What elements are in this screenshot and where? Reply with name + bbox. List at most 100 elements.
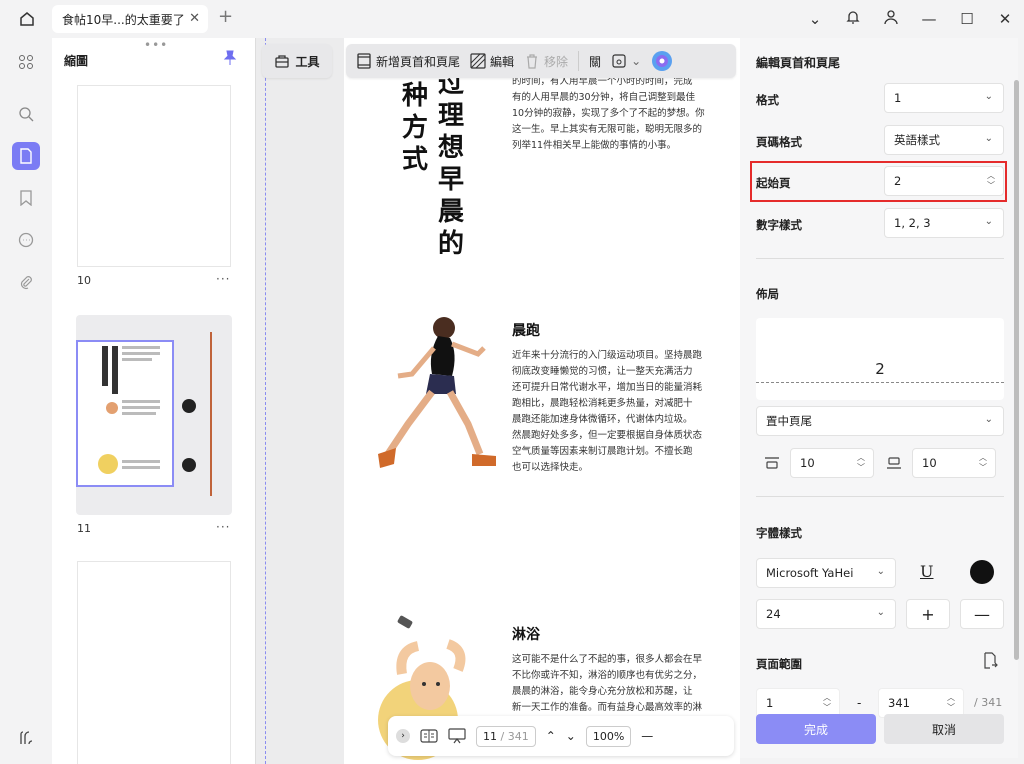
bottom-margin-stepper[interactable]: 10 ︿ ﹀ <box>912 448 996 478</box>
next-page-icon[interactable]: ⌄ <box>566 729 576 743</box>
close-window-button[interactable]: ✕ <box>986 10 1024 28</box>
comment-icon[interactable] <box>12 226 40 254</box>
toolbox-icon <box>275 55 290 68</box>
thumbnail-label: 11 <box>77 522 91 535</box>
page-title-col-1: 种方式 <box>401 81 428 175</box>
maximize-button[interactable]: ☐ <box>948 10 986 28</box>
top-margin-stepper[interactable]: 10 ︿ ﹀ <box>790 448 874 478</box>
format-select[interactable]: 1 ⌄ <box>884 83 1004 113</box>
margin-guide <box>265 38 266 764</box>
attachment-icon[interactable] <box>12 268 40 296</box>
page-number-input[interactable]: 11 / 341 <box>476 725 536 747</box>
thumbnail-side-line <box>210 332 212 496</box>
page-format-label: 頁碼格式 <box>756 135 802 149</box>
tools-button[interactable]: 工具 <box>262 44 332 78</box>
stepper-arrows-icon: ︿ ﹀ <box>979 453 987 472</box>
document-tab[interactable]: 食帖10早...的太重要了 ✕ <box>52 5 208 33</box>
zoom-out-icon[interactable]: — <box>641 729 653 743</box>
chevron-down-icon: ⌄ <box>984 414 993 425</box>
page-range-settings-icon[interactable] <box>982 652 998 673</box>
present-icon[interactable] <box>448 728 466 744</box>
chevron-down-icon: ⌄ <box>984 133 993 144</box>
range-separator: - <box>857 696 862 710</box>
tools-label: 工具 <box>295 54 320 69</box>
chevron-right-icon[interactable]: › <box>396 729 410 743</box>
thumbnail-more-button[interactable]: ··· <box>216 272 230 286</box>
thumbnail-page-12[interactable] <box>78 562 230 764</box>
apps-grid-icon[interactable] <box>12 48 40 76</box>
toolbar-separator <box>578 51 580 71</box>
increase-size-button[interactable]: + <box>906 599 950 629</box>
range-total: / 341 <box>974 696 1003 709</box>
stepper-arrows-icon: ︿ ﹀ <box>857 453 865 472</box>
format-label: 格式 <box>756 93 779 107</box>
tab-close-icon[interactable]: ✕ <box>189 11 200 26</box>
window-controls: ⌄ — ☐ ✕ <box>796 0 1024 38</box>
trash-icon <box>527 54 538 69</box>
minus-icon: — <box>974 604 990 624</box>
section-paragraph-morning-run: 近年来十分流行的入门级运动项目。坚持晨跑 彻底改变睡懒觉的习惯，让一整天充满活力… <box>512 350 703 473</box>
thumbnail-side-markers <box>182 399 196 472</box>
bell-icon[interactable] <box>834 9 872 29</box>
section-title-shower: 淋浴 <box>512 627 540 643</box>
cancel-button[interactable]: 取消 <box>884 714 1004 744</box>
start-page-label: 起始頁 <box>756 176 791 190</box>
thumbnail-more-button[interactable]: ··· <box>216 520 230 534</box>
position-select[interactable]: 置中頁尾 ⌄ <box>756 406 1004 436</box>
new-tab-button[interactable]: + <box>218 6 233 27</box>
document-page: 种方式 过理想早晨的 的时间，有人用早晨一个小时的时间，完成 有的人用早晨的30… <box>344 38 740 764</box>
font-family-select[interactable]: Microsoft YaHei ⌄ <box>756 558 896 588</box>
save-dropdown-button[interactable]: ⌄ <box>611 53 641 69</box>
ai-assistant-icon <box>652 51 673 71</box>
number-style-select[interactable]: 1, 2, 3 ⌄ <box>884 208 1004 238</box>
reading-mode-icon[interactable] <box>420 729 438 743</box>
save-icon <box>612 54 626 68</box>
minimize-button[interactable]: — <box>910 10 948 28</box>
sidebar-toggle-icon[interactable] <box>12 724 40 752</box>
font-color-swatch[interactable] <box>970 560 994 584</box>
search-icon[interactable] <box>12 100 40 128</box>
edit-pattern-icon <box>470 53 486 69</box>
done-button[interactable]: 完成 <box>756 714 876 744</box>
title-bar: 食帖10早...的太重要了 ✕ + ⌄ — ☐ ✕ <box>0 0 1024 38</box>
underline-button[interactable]: U <box>920 562 933 581</box>
start-page-stepper[interactable]: 2 ︿ ﹀ <box>884 166 1004 196</box>
add-header-footer-button[interactable]: 新增頁首和頁尾 <box>356 53 460 70</box>
chevron-down-icon: ⌄ <box>984 91 993 102</box>
page-thumbnails-icon[interactable] <box>12 142 40 170</box>
decrease-size-button[interactable]: — <box>960 599 1004 629</box>
divider <box>756 496 1004 497</box>
left-rail <box>0 38 52 764</box>
thumbnail-page-10[interactable] <box>78 86 230 266</box>
stepper-arrows-icon: ︿ ﹀ <box>823 693 831 712</box>
page-format-select[interactable]: 英語樣式 ⌄ <box>884 125 1004 155</box>
resize-handle[interactable]: ••• <box>144 38 168 52</box>
chevron-down-icon[interactable]: ⌄ <box>796 10 834 28</box>
runner-illustration <box>378 317 496 468</box>
panel-scrollbar[interactable] <box>1014 80 1019 660</box>
thumbnail-panel: ••• 縮圖 10 ··· 11 ··· <box>52 38 256 764</box>
section-title-morning-run: 晨跑 <box>512 323 540 339</box>
header-footer-panel: 編輯頁首和頁尾 格式 1 ⌄ 頁碼格式 英語樣式 ⌄ 起始頁 2 ︿ ﹀ 數字樣式 1,… <box>740 38 1018 758</box>
edit-button[interactable]: 編輯 <box>470 53 514 70</box>
zoom-level-input[interactable]: 100% <box>585 725 632 747</box>
close-toolbar-button[interactable]: 關 <box>589 53 601 70</box>
page-navigation-bar: › 11 / 341 ⌃ ⌄ 100% — <box>388 716 734 756</box>
pin-icon[interactable] <box>223 50 237 70</box>
intro-paragraph: 的时间，有人用早晨一个小时的时间，完成 有的人用早晨的30分钟，将自己调整到最佳… <box>512 76 705 151</box>
document-view: 种方式 过理想早晨的 的时间，有人用早晨一个小时的时间，完成 有的人用早晨的30… <box>256 38 740 764</box>
user-icon[interactable] <box>872 9 910 29</box>
home-button[interactable] <box>10 6 44 32</box>
previous-page-icon[interactable]: ⌃ <box>546 729 556 743</box>
bookmark-icon[interactable] <box>12 184 40 212</box>
thumbnail-page-11[interactable] <box>78 342 172 485</box>
thumbnail-label: 10 <box>77 274 91 287</box>
preview-page-number: 2 <box>875 360 885 378</box>
page-title-col-2: 过理想早晨的 <box>437 69 464 259</box>
remove-button[interactable]: 移除 <box>524 53 568 70</box>
font-size-select[interactable]: 24 ⌄ <box>756 599 896 629</box>
header-footer-icon <box>357 53 371 69</box>
page-range-label: 頁面範圍 <box>756 657 802 671</box>
home-icon <box>20 12 34 26</box>
ai-assistant-button[interactable] <box>651 50 673 72</box>
